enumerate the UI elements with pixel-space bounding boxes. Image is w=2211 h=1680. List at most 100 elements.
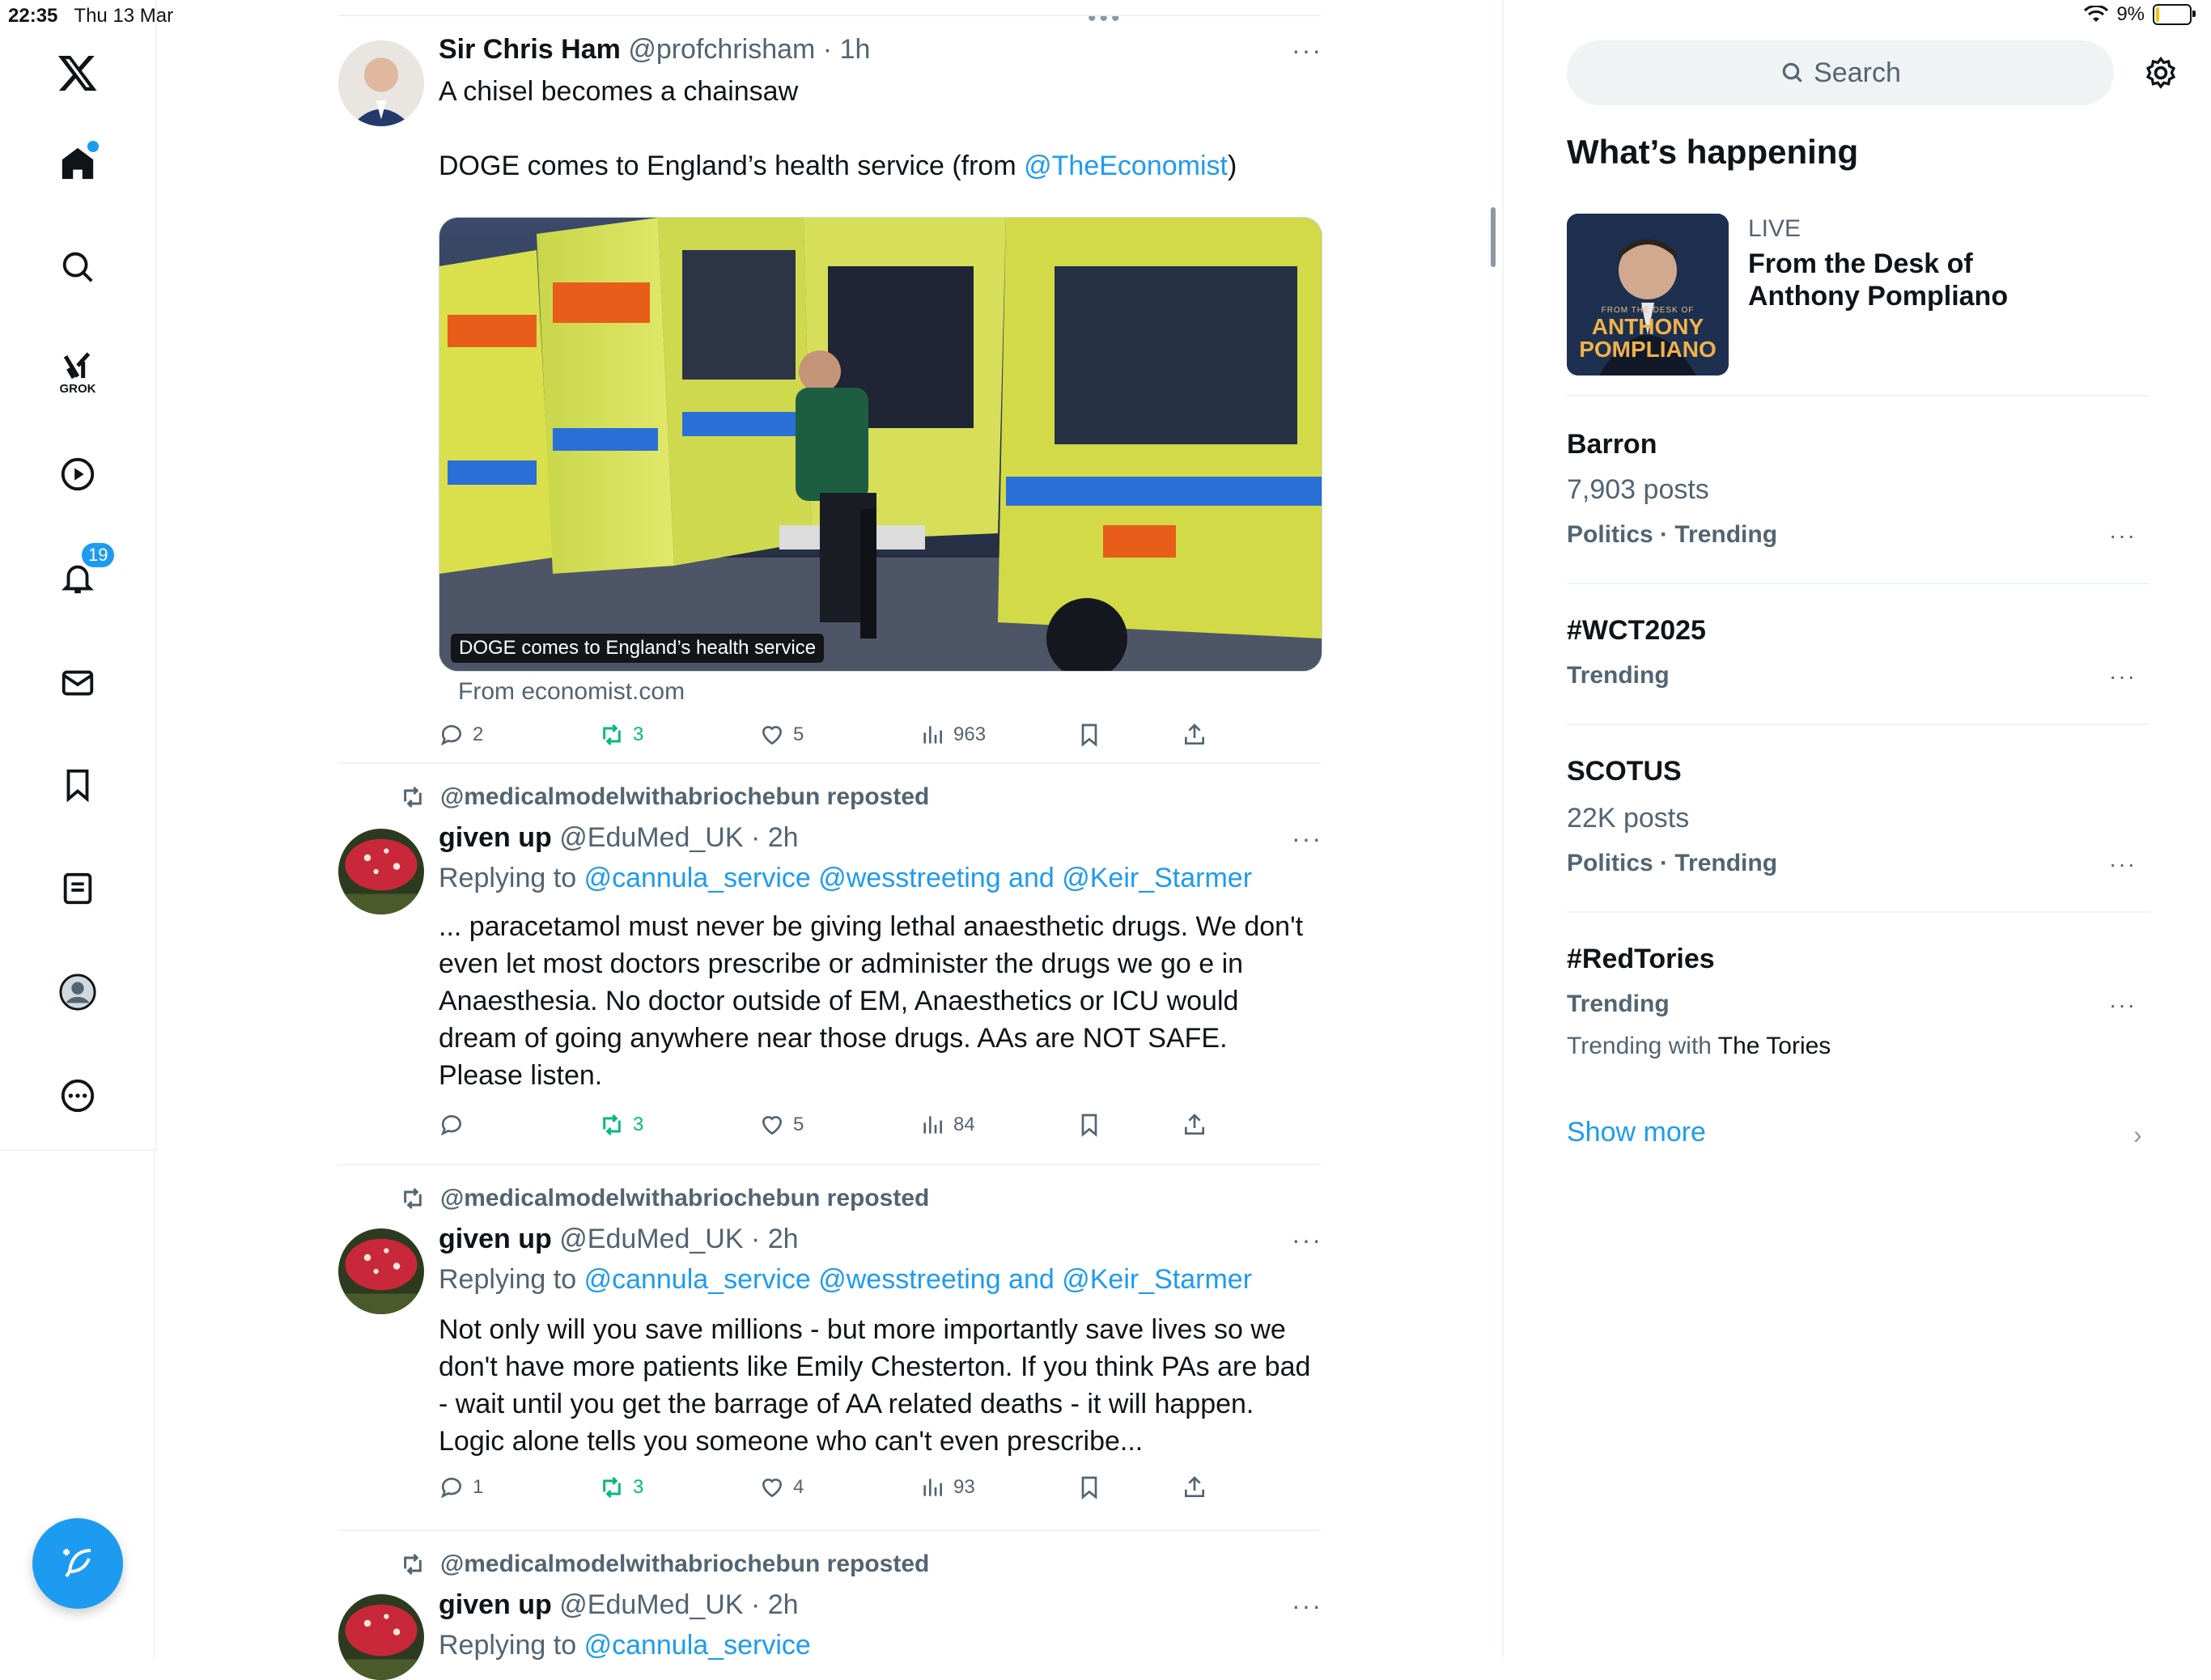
profile-avatar-icon[interactable] [37,952,118,1033]
post-time[interactable]: · 2h [751,1589,799,1620]
bookmark-button[interactable] [1076,722,1102,748]
replying-to-mentions[interactable]: @cannula_service @wesstreeting and @Keir… [584,863,1252,893]
like-count: 5 [793,723,804,745]
trend-more-icon[interactable]: ··· [2109,664,2137,689]
home-unread-dot [87,141,99,152]
repost-button[interactable]: 3 [599,1112,643,1138]
mention-link[interactable]: @TheEconomist [1024,151,1228,181]
like-button[interactable]: 5 [759,722,804,748]
repost-attribution[interactable]: @medicalmodelwithabriochebun reposted [440,783,929,811]
views-button[interactable]: 963 [919,722,986,748]
reply-button[interactable]: 1 [439,1474,483,1500]
lists-icon[interactable] [37,848,118,929]
post-time[interactable]: · 2h [751,822,799,853]
tweet-more-icon[interactable]: ··· [1292,1225,1322,1255]
trend-title[interactable]: SCOTUS [1567,756,1682,787]
avatar[interactable] [338,1594,424,1680]
compose-button[interactable] [32,1518,123,1609]
live-thumbnail[interactable]: FROM THE DESK OF ANTHONY POMPLIANO [1567,214,1729,375]
share-button[interactable] [1182,1474,1207,1500]
repost-header[interactable]: @medicalmodelwithabriochebun reposted [400,783,929,811]
settings-gear-icon[interactable] [2143,55,2179,91]
author-handle[interactable]: @EduMed_UK [559,822,743,853]
tweet[interactable]: @medicalmodelwithabriochebun reposted gi… [338,764,1321,1164]
bookmarks-icon[interactable] [37,745,118,825]
live-title[interactable]: From the Desk of Anthony Pompliano [1748,248,2072,312]
repost-attribution[interactable]: @medicalmodelwithabriochebun reposted [440,1551,929,1578]
tweet[interactable]: @medicalmodelwithabriochebun reposted gi… [338,1531,1322,1680]
live-label: LIVE [1748,215,1801,242]
view-count: 84 [953,1114,975,1135]
author-handle[interactable]: @profchrisham [628,34,815,65]
views-button[interactable]: 93 [919,1474,975,1500]
repost-attribution[interactable]: @medicalmodelwithabriochebun reposted [440,1185,929,1212]
reply-button[interactable] [439,1112,473,1138]
repost-header[interactable]: @medicalmodelwithabriochebun reposted [400,1185,929,1212]
bookmark-button[interactable] [1076,1112,1102,1138]
scrollbar-thumb[interactable] [1491,207,1496,267]
replying-to-mentions[interactable]: @cannula_service @wesstreeting and @Keir… [584,1264,1252,1295]
like-count: 5 [793,1114,804,1135]
repost-button[interactable]: 3 [599,722,643,748]
thumb-line-2: POMPLIANO [1579,337,1717,362]
trend-title[interactable]: #WCT2025 [1567,615,1706,647]
trend-more-icon[interactable]: ··· [2109,851,2137,877]
replying-to-mentions[interactable]: @cannula_service [584,1630,811,1661]
views-button[interactable]: 84 [919,1112,975,1138]
tweet-text-part: DOGE comes to England’s health service (… [439,151,1025,181]
reply-button[interactable]: 2 [439,722,483,748]
messages-icon[interactable] [37,643,118,723]
status-icons: 9% [2084,3,2196,26]
tweet-more-icon[interactable]: ··· [1292,36,1322,66]
share-button[interactable] [1182,1112,1207,1138]
notifications-icon[interactable]: 19 [37,537,118,618]
repost-header[interactable]: @medicalmodelwithabriochebun reposted [400,1551,929,1578]
link-source[interactable]: From economist.com [458,678,685,706]
link-card-image[interactable]: DOGE comes to England’s health service [439,217,1322,672]
trend-more-icon[interactable]: ··· [2109,523,2137,549]
search-icon[interactable] [37,227,118,308]
tweet-text-part: ) [1227,151,1237,181]
post-time[interactable]: · 1h [823,34,871,65]
repost-count: 3 [633,1114,644,1135]
author-name[interactable]: Sir Chris Ham [439,34,621,65]
view-count: 93 [953,1476,975,1498]
tweet[interactable]: @medicalmodelwithabriochebun reposted gi… [338,1165,1321,1528]
more-icon[interactable] [37,1055,118,1136]
tweet-more-icon[interactable]: ··· [1292,1591,1322,1621]
trend-title[interactable]: #RedTories [1567,944,1715,975]
video-icon[interactable] [37,434,118,515]
reply-icon [440,1478,461,1499]
trending-with-name[interactable]: The Tories [1718,1033,1831,1059]
like-button[interactable]: 5 [759,1112,804,1138]
tweet-more-icon[interactable]: ··· [1292,824,1322,854]
home-icon[interactable] [37,123,118,204]
tweet[interactable]: Sir Chris Ham @profchrisham · 1h ··· A c… [338,15,1322,762]
share-button[interactable] [1182,722,1207,748]
share-icon [1185,1476,1204,1497]
author-name[interactable]: given up [439,1224,552,1254]
trend-title[interactable]: Barron [1567,429,1657,460]
x-logo-icon[interactable] [37,32,118,113]
author-handle[interactable]: @EduMed_UK [559,1224,743,1254]
repost-button[interactable]: 3 [599,1474,643,1500]
avatar[interactable] [338,829,424,914]
bookmark-button[interactable] [1076,1474,1102,1500]
author-handle[interactable]: @EduMed_UK [559,1589,743,1620]
author-name[interactable]: given up [439,822,552,853]
tweet-text: A chisel becomes a chainsaw [439,76,799,107]
author-name[interactable]: given up [439,1589,552,1620]
grok-icon[interactable]: GROK [37,332,118,413]
tweet-actions: 3 5 84 [439,1112,1248,1144]
ambulance-photo [439,218,1322,671]
repost-icon [603,723,621,746]
show-more-link[interactable]: Show more [1567,1117,1706,1148]
like-button[interactable]: 4 [759,1474,804,1500]
avatar[interactable] [338,1228,424,1314]
avatar[interactable] [338,40,424,126]
search-bar[interactable]: Search [1567,40,2114,105]
post-time[interactable]: · 2h [751,1224,799,1254]
trend-more-icon[interactable]: ··· [2109,992,2137,1018]
thumb-line-1: ANTHONY [1591,314,1704,339]
chevron-right-icon[interactable]: › [2133,1120,2142,1150]
